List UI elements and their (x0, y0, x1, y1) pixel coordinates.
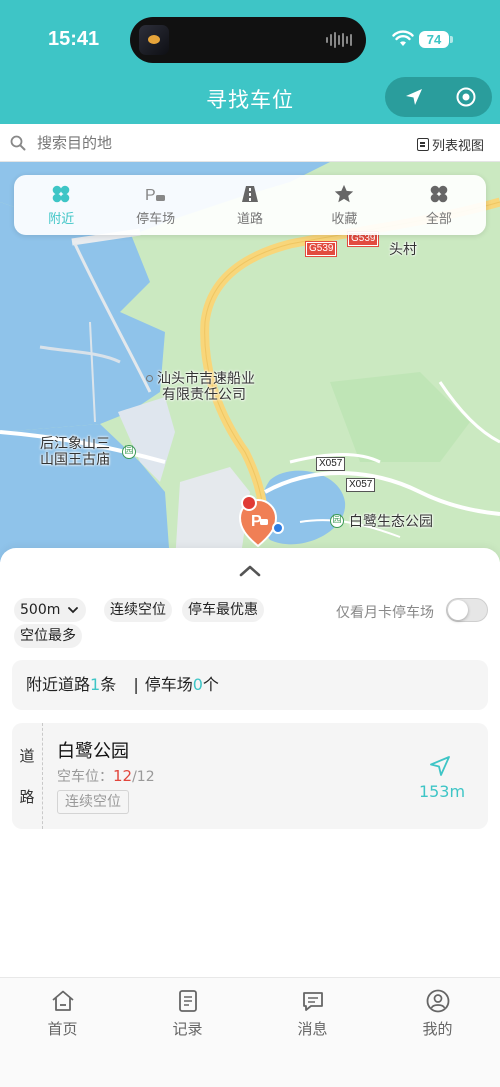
category-road[interactable]: 道路 (203, 175, 297, 235)
road-tag-x057-2: X057 (346, 478, 376, 492)
tab-label: 首页 (47, 1020, 78, 1038)
category-nearby[interactable]: 附近 (14, 175, 108, 235)
summary-roads-unit: 条 (100, 675, 117, 694)
message-icon (302, 992, 323, 1011)
header-capsule (385, 77, 492, 117)
tab-bar: 首页 记录 消息 我的 (0, 977, 500, 1087)
tab-label: 消息 (297, 1020, 328, 1038)
grid-clover-icon (430, 185, 448, 203)
tab-messages[interactable]: 消息 (250, 978, 375, 1087)
category-parking-lot[interactable]: P 停车场 (108, 175, 202, 235)
filter-continuous-button[interactable]: 连续空位 (104, 598, 172, 622)
result-card[interactable]: 道 路 白鹭公园 空车位：12/12 连续空位 153m (12, 723, 488, 829)
summary-roads-label: 附近道路 (26, 675, 91, 694)
home-icon (51, 990, 74, 1011)
radius-select[interactable]: 500m (14, 598, 87, 622)
category-label: 全部 (425, 212, 452, 227)
tab-profile[interactable]: 我的 (375, 978, 500, 1087)
result-spaces: 空车位：12/12 (57, 766, 155, 786)
map-label-company: 汕头市吉速船业 有限责任公司 (146, 371, 255, 403)
tab-records[interactable]: 记录 (125, 978, 250, 1087)
target-icon (456, 87, 475, 107)
result-type: 道 路 (12, 723, 43, 829)
result-type-char: 路 (19, 788, 35, 806)
waveform-icon (326, 31, 352, 49)
navigate-icon[interactable] (428, 754, 452, 778)
clover-icon (52, 185, 70, 203)
header: 15:41 74 寻找车位 (0, 0, 500, 124)
spaces-label: 空车位： (57, 769, 113, 785)
category-bar: 附近 P 停车场 道路 收藏 全部 (14, 175, 486, 235)
search-icon (10, 135, 26, 151)
category-label: 附近 (48, 212, 75, 227)
temple-poi-icon: 园 (122, 445, 136, 459)
summary-roads-count: 1 (90, 675, 101, 694)
tab-label: 我的 (422, 1020, 453, 1038)
app-icon (139, 25, 169, 55)
radius-value: 500m (20, 602, 61, 618)
filter-best-price-button[interactable]: 停车最优惠 (182, 598, 264, 622)
parking-car-icon: P (145, 187, 165, 204)
road-shield-g539: G539 (304, 241, 338, 257)
results-sheet: 500m 连续空位 停车最优惠 空位最多 仅看月卡停车场 附近道路1条 | 停车场… (0, 548, 500, 978)
category-label: 收藏 (331, 212, 358, 227)
map-label-company-line2: 有限责任公司 (162, 387, 246, 403)
summary-lots-unit: 个 (202, 675, 219, 694)
battery-indicator: 74 (419, 31, 449, 48)
results-summary: 附近道路1条 | 停车场0个 (12, 660, 488, 710)
navigate-arrow-icon (405, 89, 422, 105)
category-label: 停车场 (136, 212, 176, 227)
map-label-temple-line1: 后江象山三 (40, 436, 110, 452)
category-label: 道路 (237, 212, 264, 227)
summary-lots-label: 停车场 (144, 675, 193, 694)
result-distance: 153m (418, 782, 466, 801)
road-icon (242, 186, 259, 202)
map-label-company-line1: 汕头市吉速船业 (157, 371, 255, 387)
monthly-toggle[interactable] (446, 598, 488, 622)
list-view-icon (416, 138, 429, 151)
user-icon (426, 989, 449, 1013)
parking-pin-icon[interactable]: P (236, 492, 288, 550)
search-bar: 列表视图 (0, 124, 500, 162)
target-button[interactable] (439, 77, 492, 117)
free-spaces: 12 (113, 767, 133, 785)
road-tag-x057: X057 (316, 457, 346, 471)
monthly-toggle-label: 仅看月卡停车场 (336, 605, 434, 621)
status-time: 15:41 (48, 28, 100, 50)
category-favorites[interactable]: 收藏 (297, 175, 391, 235)
filter-most-spaces-button[interactable]: 空位最多 (14, 624, 82, 648)
total-spaces: /12 (132, 769, 155, 785)
map-label-park: 白鹭生态公园 (349, 514, 433, 530)
wifi-icon (392, 30, 414, 46)
poi-marker (146, 375, 153, 382)
map-label-temple-line2: 山国王古庙 (40, 452, 110, 468)
chevron-up-icon[interactable] (238, 563, 262, 579)
list-view-button[interactable]: 列表视图 (416, 135, 484, 154)
summary-divider: | (133, 675, 139, 694)
result-type-char: 道 (19, 747, 35, 765)
result-name: 白鹭公园 (57, 741, 129, 762)
tab-label: 记录 (172, 1020, 203, 1038)
category-all[interactable]: 全部 (392, 175, 486, 235)
map-label-temple: 后江象山三 山国王古庙 (40, 436, 110, 468)
tab-home[interactable]: 首页 (0, 978, 125, 1087)
locate-button[interactable] (387, 77, 440, 117)
summary-lots-count: 0 (192, 675, 203, 694)
map-label-village: 头村 (389, 242, 417, 258)
star-icon (335, 184, 354, 203)
list-view-label: 列表视图 (431, 139, 484, 154)
dynamic-island (130, 17, 366, 63)
result-tag: 连续空位 (57, 790, 129, 814)
battery-tip (450, 36, 453, 43)
search-input[interactable] (37, 130, 337, 156)
home-indicator (183, 1074, 317, 1079)
document-icon (178, 990, 197, 1012)
toggle-knob (448, 600, 468, 620)
svg-text:P: P (145, 187, 156, 204)
chevron-down-icon (68, 607, 79, 614)
park-poi-icon: 园 (330, 514, 344, 528)
